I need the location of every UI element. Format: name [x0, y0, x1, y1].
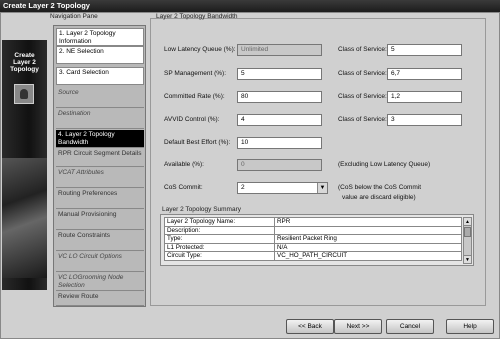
scroll-thumb[interactable] — [464, 227, 471, 237]
summary-table: Layer 2 Topology Name: RPR Description: … — [164, 217, 462, 261]
sp-management-field[interactable]: 5 — [237, 68, 322, 80]
back-button[interactable]: << Back — [286, 319, 334, 334]
nav-item-manual-provisioning: Manual Provisioning — [56, 210, 144, 230]
nav-item-topology-info[interactable]: 1. Layer 2 Topology Information — [56, 28, 144, 46]
cos-label-2: Class of Service: — [338, 70, 387, 77]
scroll-up-icon[interactable]: ▲ — [464, 218, 471, 226]
summary-label: Layer 2 Topology Summary — [162, 206, 242, 213]
nav-pane-label: Navigation Pane — [50, 13, 98, 20]
excluding-note: (Excluding Low Latency Queue) — [338, 161, 431, 168]
scroll-down-icon[interactable]: ▼ — [464, 255, 471, 263]
cos-label-1: Class of Service: — [338, 46, 387, 53]
cos-commit-value: 2 — [241, 184, 245, 191]
summary-scrollbar[interactable]: ▲ ▼ — [463, 217, 472, 264]
low-latency-label: Low Latency Queue (%): — [164, 46, 236, 53]
bandwidth-group-label: Layer 2 Topology Bandwidth — [156, 13, 238, 20]
wizard-banner: Create Layer 2 Topology — [2, 40, 47, 290]
sp-management-label: SP Management (%): — [164, 70, 227, 77]
nav-item-routing-prefs: Routing Preferences — [56, 189, 144, 209]
nav-item-bandwidth[interactable]: 4. Layer 2 Topology Bandwidth — [56, 130, 144, 148]
banner-title: Create Layer 2 Topology — [10, 52, 39, 73]
chevron-down-icon[interactable]: ▼ — [317, 183, 327, 193]
table-row: Type: Resilient Packet Ring — [164, 234, 462, 244]
nav-item-ne-selection[interactable]: 2. NE Selection — [56, 46, 144, 64]
summary-value: Resilient Packet Ring — [274, 234, 462, 244]
summary-key: Description: — [164, 225, 275, 235]
nav-item-source: Source — [56, 88, 144, 108]
cos-field-3[interactable]: 1,2 — [387, 91, 462, 103]
navigation-pane: 1. Layer 2 Topology Information 2. NE Se… — [53, 25, 146, 307]
summary-value: VC_HO_PATH_CIRCUIT — [274, 251, 462, 261]
summary-value: RPR — [274, 217, 462, 227]
cos-field-1[interactable]: 5 — [387, 44, 462, 56]
summary-key: Type: — [164, 234, 275, 244]
avvid-control-field[interactable]: 4 — [237, 114, 322, 126]
summary-key: L1 Protected: — [164, 242, 275, 252]
nav-item-review-route: Review Route — [56, 292, 144, 306]
table-row: Description: — [164, 225, 462, 235]
cos-label-3: Class of Service: — [338, 93, 387, 100]
nav-item-vcat: VCAT Attributes — [56, 168, 144, 188]
nav-item-vc-lo-grooming: VC LOGrooming Node Selection — [56, 273, 144, 291]
available-label: Available (%): — [164, 161, 204, 168]
cos-note-line1: (CoS below the CoS Commit — [338, 184, 422, 191]
window-title: Create Layer 2 Topology — [0, 0, 500, 12]
cos-commit-label: CoS Commit: — [164, 184, 203, 191]
table-row: Circuit Type: VC_HO_PATH_CIRCUIT — [164, 251, 462, 261]
best-effort-field[interactable]: 10 — [237, 137, 322, 149]
cancel-button[interactable]: Cancel — [386, 319, 434, 334]
cos-commit-select[interactable]: 2 ▼ — [237, 182, 328, 194]
nav-item-card-selection[interactable]: 3. Card Selection — [56, 67, 144, 85]
low-latency-field: Unlimited — [237, 44, 322, 56]
cos-field-4[interactable]: 3 — [387, 114, 462, 126]
nav-item-rpr-segment: RPR Circuit Segment Details — [56, 149, 144, 167]
table-row: Layer 2 Topology Name: RPR — [164, 217, 462, 227]
avvid-control-label: AVVID Control (%): — [164, 116, 220, 123]
help-button[interactable]: Help — [446, 319, 494, 334]
nav-item-destination: Destination — [56, 109, 144, 129]
next-button[interactable]: Next >> — [334, 319, 382, 334]
banner-photo — [2, 158, 47, 278]
summary-value: N/A — [274, 242, 462, 252]
nav-item-vc-lo-options: VC LO Circuit Options — [56, 252, 144, 272]
committed-rate-field[interactable]: 80 — [237, 91, 322, 103]
summary-value — [274, 225, 462, 235]
available-field: 0 — [237, 159, 322, 171]
table-row: L1 Protected: N/A — [164, 242, 462, 252]
nav-item-route-constraints: Route Constraints — [56, 231, 144, 251]
summary-panel: Layer 2 Topology Name: RPR Description: … — [160, 214, 474, 266]
cos-field-2[interactable]: 6,7 — [387, 68, 462, 80]
committed-rate-label: Committed Rate (%): — [164, 93, 225, 100]
topology-logo-icon — [14, 84, 34, 104]
cos-label-4: Class of Service: — [338, 116, 387, 123]
cos-note-line2: value are discard eligible) — [342, 194, 416, 201]
best-effort-label: Default Best Effort (%): — [164, 139, 231, 146]
summary-key: Circuit Type: — [164, 251, 275, 261]
summary-key: Layer 2 Topology Name: — [164, 217, 275, 227]
